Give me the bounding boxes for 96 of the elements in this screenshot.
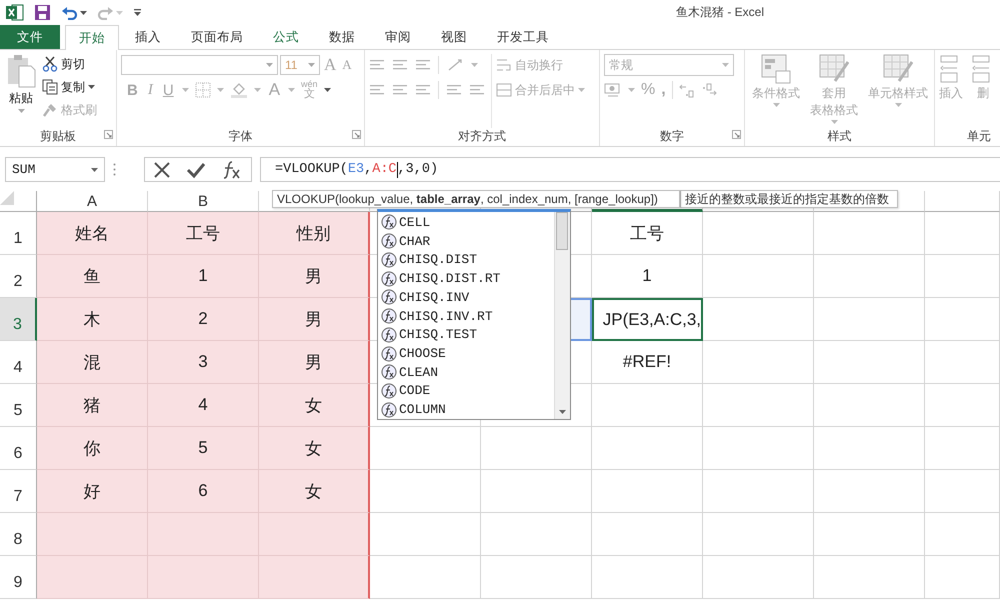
row-header[interactable]: 3 <box>0 298 37 341</box>
customize-toolbar-icon[interactable] <box>133 8 142 16</box>
table-cell: 好 <box>37 470 148 513</box>
autocomplete-item[interactable]: CHISQ.INV <box>378 288 554 307</box>
window-title: 鱼木混猪 - Excel <box>676 4 764 21</box>
table-cell: 木 <box>37 298 148 341</box>
autocomplete-item[interactable]: CHISQ.DIST.RT <box>378 269 554 288</box>
autocomplete-item[interactable]: CHAR <box>378 232 554 250</box>
table-cell: 男 <box>259 341 370 384</box>
table-cell: 姓名 <box>37 212 148 255</box>
ribbon-tab[interactable]: 开始 <box>65 25 119 50</box>
drag-handle-icon <box>113 163 116 176</box>
autocomplete-item[interactable]: CHISQ.INV.RT <box>378 306 554 326</box>
cut-button[interactable]: 剪切 <box>42 54 97 74</box>
autocomplete-item[interactable]: CHISQ.TEST <box>378 325 554 344</box>
table-cell: 鱼 <box>37 255 148 298</box>
table-cell: 男 <box>259 298 370 341</box>
group-label: 剪贴板 <box>40 128 76 145</box>
table-cell: 5 <box>148 427 259 470</box>
merge-cells-icon <box>496 82 512 98</box>
table-cell: 6 <box>148 470 259 513</box>
header-letter[interactable]: A <box>37 191 148 212</box>
table-cell: 工号 <box>592 212 703 255</box>
autocomplete-item[interactable]: CHOOSE <box>378 344 554 363</box>
function-icon <box>381 364 397 380</box>
table-cell: 4 <box>148 384 259 427</box>
table-cell: #REF! <box>592 341 703 384</box>
function-icon <box>381 402 397 418</box>
table-cell: 性别 <box>259 212 370 255</box>
tooltip: 接近的整数或最接近的指定基数的倍数 <box>680 190 898 208</box>
select-all-icon[interactable] <box>0 191 14 205</box>
cancel-icon[interactable] <box>152 160 171 178</box>
function-icon <box>381 346 397 362</box>
autocomplete-item[interactable]: CLEAN <box>378 362 554 382</box>
group-label: 样式 <box>828 128 852 145</box>
table-cell: 女 <box>259 470 370 513</box>
group-label: 对齐方式 <box>458 128 506 145</box>
copy-button[interactable]: 复制 <box>42 77 97 97</box>
name-box[interactable]: SUM <box>5 157 105 182</box>
scrollbar-thumb[interactable] <box>556 212 568 250</box>
table-format-icon <box>819 54 849 84</box>
brush-icon <box>42 102 58 118</box>
cell-style-icon <box>883 54 913 84</box>
table-cell: 你 <box>37 427 148 470</box>
ribbon-tab[interactable]: 开发工具 <box>483 25 563 49</box>
table-cell: 工号 <box>148 212 259 255</box>
autocomplete-item[interactable]: CODE <box>378 382 554 400</box>
scroll-down-icon[interactable] <box>559 410 566 414</box>
dialog-launcher-icon[interactable] <box>104 130 113 139</box>
table-cell: 2 <box>148 298 259 341</box>
group-label: 数字 <box>660 128 684 145</box>
ribbon-tab[interactable]: 视图 <box>427 25 481 49</box>
ribbon-tab[interactable]: 文件 <box>0 25 60 49</box>
table-cell: 1 <box>592 255 703 298</box>
autocomplete-item[interactable]: CHISQ.DIST <box>378 250 554 270</box>
table-cell: 1 <box>148 255 259 298</box>
clipboard-icon <box>6 54 36 88</box>
table-cell: 猪 <box>37 384 148 427</box>
check-icon[interactable] <box>186 160 206 178</box>
function-icon <box>381 214 397 230</box>
redo-icon[interactable] <box>97 5 114 20</box>
dropdown-caret-icon[interactable] <box>80 10 87 14</box>
wrap-text-icon <box>496 57 512 73</box>
copy-icon <box>42 79 58 95</box>
function-icon <box>381 270 397 287</box>
ribbon-tab[interactable]: 数据 <box>315 25 369 49</box>
table-cell: 3 <box>148 341 259 384</box>
function-icon <box>381 289 397 306</box>
group-label: 单元 <box>966 128 991 145</box>
scissors-icon <box>42 56 58 72</box>
table-cell: 女 <box>259 427 370 470</box>
function-signature-tooltip: VLOOKUP(lookup_value, table_array, col_index_num, [range_lookup]) <box>272 190 680 208</box>
header-letter[interactable]: B <box>148 191 259 212</box>
cell-editor[interactable]: JP(E3,A:C,3, <box>592 298 703 341</box>
table-cell: 混 <box>37 341 148 384</box>
table-cell: 女 <box>259 384 370 427</box>
undo-icon[interactable] <box>61 5 78 20</box>
dropdown-caret-icon[interactable] <box>91 168 98 172</box>
ribbon-tab[interactable]: 插入 <box>121 25 175 49</box>
function-icon <box>381 326 397 343</box>
ribbon-tab[interactable]: 审阅 <box>371 25 425 49</box>
dropdown-caret-icon[interactable] <box>88 85 95 89</box>
table-cell: 男 <box>259 255 370 298</box>
function-icon <box>381 382 397 399</box>
function-icon <box>381 233 397 250</box>
group-label: 字体 <box>228 128 252 145</box>
ribbon-tab[interactable]: 页面布局 <box>177 25 257 49</box>
ribbon-tab[interactable]: 公式 <box>259 25 313 49</box>
function-icon <box>381 252 397 268</box>
function-icon <box>381 308 397 324</box>
save-icon[interactable] <box>34 4 51 21</box>
formula-input[interactable]: =VLOOKUP(E3,A:C,3,0) <box>260 157 1000 182</box>
conditional-format-icon <box>761 54 791 84</box>
spreadsheet-app-icon <box>6 4 24 21</box>
autocomplete-item[interactable]: COLUMN <box>378 400 554 420</box>
autocomplete-item[interactable]: CELL <box>378 213 554 232</box>
